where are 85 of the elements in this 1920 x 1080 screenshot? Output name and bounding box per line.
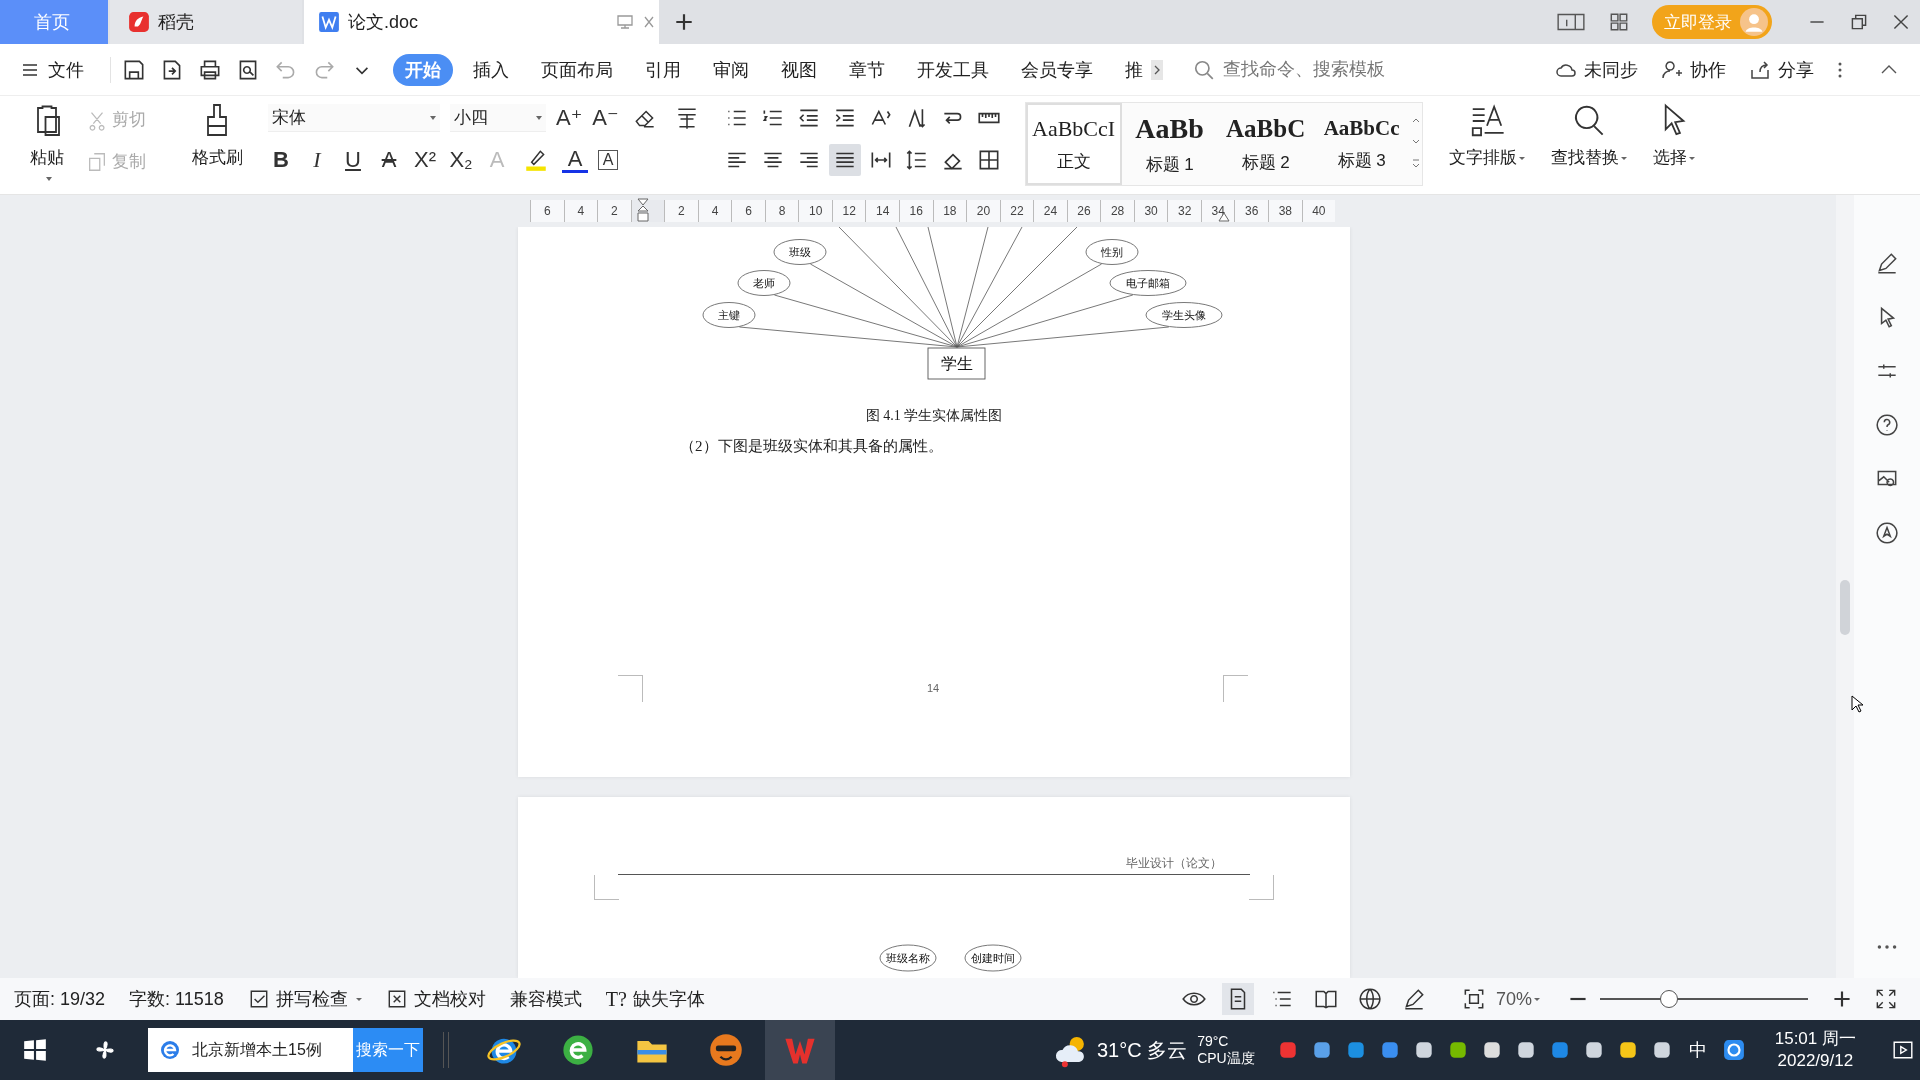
font-size-field[interactable]: 小四 <box>450 104 546 132</box>
ribbon-tab[interactable]: 开发工具 <box>905 53 1001 86</box>
ribbon-tab[interactable]: 视图 <box>769 53 829 86</box>
status-tool-button[interactable]: 拼写检查 <box>247 987 362 1011</box>
page-header: 毕业设计（论文） <box>1126 856 1222 870</box>
ruler-number: 20 <box>966 200 1000 222</box>
ribbon-tab[interactable]: 页面布局 <box>529 53 625 86</box>
header-action[interactable]: 未同步 <box>1554 57 1638 82</box>
command-search-field[interactable]: 查找命令、搜索模板 <box>1193 58 1425 81</box>
attribute-node: 性别 <box>1085 239 1139 265</box>
ruler-number: 4 <box>563 200 598 222</box>
file-menu[interactable]: 文件 <box>20 57 84 82</box>
format-button[interactable]: I <box>304 147 330 173</box>
format-button[interactable]: X² <box>412 147 438 173</box>
ribbon-tab[interactable]: 引用 <box>633 53 693 86</box>
header-action[interactable]: 协作 <box>1660 57 1726 82</box>
ruler-number: 6 <box>731 200 765 222</box>
taskbar-clock[interactable]: 15:01 周一 2022/9/12 <box>1774 1028 1856 1072</box>
figure-caption: 图 4.1 学生实体属性图 <box>864 407 1004 425</box>
format-button[interactable]: U <box>340 147 366 173</box>
style-item[interactable]: AaBbC 标题 2 <box>1217 103 1314 185</box>
ruler-number: 2 <box>597 200 631 222</box>
attribute-node: 学生头像 <box>1145 302 1223 328</box>
ribbon-tool-button[interactable]: 文字排版 <box>1448 102 1525 169</box>
ruler-number: 18 <box>932 200 967 222</box>
attribute-node: 主键 <box>702 302 756 328</box>
weather-text[interactable]: 31°C 多云 <box>1096 1036 1188 1064</box>
format-button[interactable]: X₂ <box>448 147 474 173</box>
ruler-number: 22 <box>999 200 1034 222</box>
style-item[interactable]: AaBb 标题 1 <box>1121 103 1218 185</box>
status-tool-button[interactable]: 文档校对 <box>385 987 486 1011</box>
header-action[interactable]: 分享 <box>1748 57 1814 82</box>
ruler-number: 40 <box>1301 200 1336 222</box>
cpu-temperature: 79°C <box>1197 1033 1230 1050</box>
font-size-button[interactable]: A⁻ <box>592 105 619 131</box>
ruler-number: 28 <box>1100 200 1134 222</box>
format-button[interactable]: B <box>268 147 294 173</box>
page-number: 14 <box>925 682 941 694</box>
ribbon-tab[interactable]: 推 <box>1113 53 1155 86</box>
ruler-number: 6 <box>530 200 564 222</box>
style-item[interactable]: AaBbCc 标题 3 <box>1313 103 1410 185</box>
body-paragraph: （2）下图是班级实体和其具备的属性。 <box>679 437 944 456</box>
ruler-number: 30 <box>1133 200 1168 222</box>
font-name-field[interactable]: 宋体 <box>268 104 440 132</box>
ruler-number: 12 <box>831 200 866 222</box>
ruler-number: 2 <box>664 200 698 222</box>
zoom-level-dropdown[interactable]: 70% <box>1495 988 1540 1010</box>
status-tool-button[interactable]: 兼容模式 <box>509 987 582 1011</box>
font-size-button[interactable]: A⁺ <box>556 105 583 131</box>
attribute-node: 创建时间 <box>964 944 1022 972</box>
ruler-number: 16 <box>899 200 933 222</box>
cpu-label: CPU温度 <box>1197 1050 1255 1067</box>
ruler-number: 24 <box>1033 200 1067 222</box>
ribbon-tab[interactable]: 会员专享 <box>1009 53 1105 86</box>
attribute-node: 班级 <box>773 239 827 265</box>
format-button[interactable]: A <box>376 147 402 173</box>
ribbon-tool-button[interactable]: 选择 <box>1652 102 1695 169</box>
ribbon-tab[interactable]: 章节 <box>837 53 897 86</box>
status-tool-button[interactable]: T? 缺失字体 <box>605 987 705 1011</box>
horizontal-ruler[interactable]: 6 4 2 2 4 6 8 10 12 14 16 18 20 22 24 26 28 30 32 34 36 38 40 <box>530 200 1335 222</box>
attribute-node: 电子邮箱 <box>1109 270 1187 296</box>
clipboard-button[interactable]: 粘贴 <box>14 102 80 181</box>
ruler-number: 14 <box>865 200 899 222</box>
attribute-node: 老师 <box>737 270 791 296</box>
ribbon-tab[interactable]: 插入 <box>461 53 521 86</box>
word-count[interactable]: 字数: 11518 <box>129 987 224 1011</box>
ruler-number: 10 <box>798 200 832 222</box>
input-method-indicator[interactable]: 中 <box>1688 1038 1707 1062</box>
ruler-number: 32 <box>1167 200 1201 222</box>
clipboard-button[interactable]: 格式刷 <box>184 102 250 169</box>
ruler-number: 26 <box>1066 200 1101 222</box>
ruler-number: 38 <box>1268 200 1302 222</box>
entity-box: 学生 <box>927 347 986 380</box>
format-button[interactable]: A <box>562 147 588 173</box>
taskbar-search-field[interactable]: 北京新增本土15例 <box>148 1028 353 1072</box>
ruler-number: 8 <box>764 200 799 222</box>
ruler-number: 36 <box>1234 200 1269 222</box>
page-count[interactable]: 页面: 19/32 <box>14 987 106 1011</box>
format-button[interactable]: A <box>598 150 618 170</box>
ruler-number: 4 <box>697 200 732 222</box>
ribbon-tool-button[interactable]: 查找替换 <box>1550 102 1627 169</box>
style-item[interactable]: AaBbCcI 正文 <box>1025 103 1122 185</box>
ribbon-tab[interactable]: 审阅 <box>701 53 761 86</box>
attribute-node: 班级名称 <box>879 944 937 972</box>
document-tab[interactable]: 稻壳 <box>110 0 302 44</box>
